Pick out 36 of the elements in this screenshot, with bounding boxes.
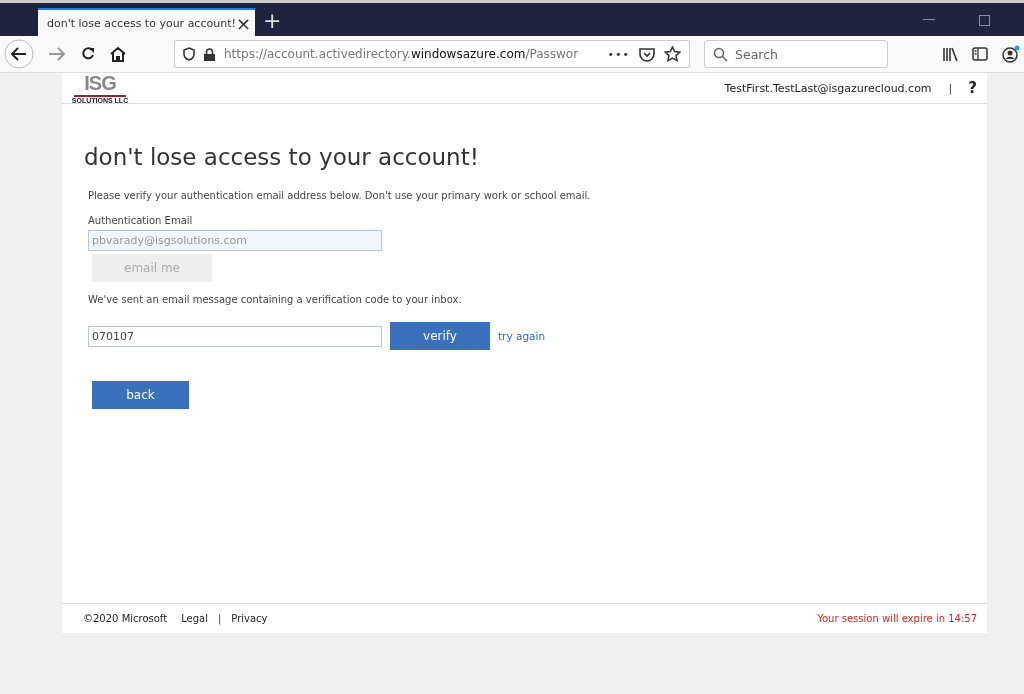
field-label: Authentication Email [88,215,193,226]
session-warning: Your session will expire in 14:57 [817,613,977,624]
address-bar[interactable]: https://account.activedirectory.windowsazure.com/Passwor ••• [174,40,690,68]
more-icon[interactable]: ••• [607,47,630,61]
lock-icon [204,47,215,61]
forward-icon[interactable] [48,47,66,61]
page-title: don't lose access to your account! [84,144,479,170]
home-icon[interactable] [110,46,126,62]
back-icon[interactable] [4,39,34,69]
sidebar-icon[interactable] [972,47,988,61]
close-icon[interactable]: × [235,12,251,34]
reload-icon[interactable] [80,46,96,62]
pocket-icon[interactable] [639,46,655,62]
user-email: TestFirst.TestLast@isgazurecloud.com [724,81,932,95]
search-field[interactable]: Search [704,40,888,68]
code-field[interactable]: 070107 [88,325,382,347]
shield-icon[interactable] [183,47,195,61]
intro-text: Please verify your authentication email address below. Don't use your primary work or school email. [88,190,591,201]
try-again-link[interactable]: try again [498,330,546,342]
star-icon[interactable] [664,46,681,62]
footer-link[interactable]: Privacy [231,613,268,624]
verify-button[interactable]: verify [390,322,490,350]
browser-tab[interactable]: don't lose access to your account!× [38,8,255,36]
help-link[interactable]: ? [968,79,977,97]
search-icon [713,47,728,62]
sent-message: We've sent an email message containing a verification code to your inbox. [88,294,462,305]
account-icon[interactable] [1002,45,1020,63]
separator-text: | [948,81,953,95]
back-button[interactable]: back [92,381,189,409]
maximize-icon[interactable] [979,14,990,26]
library-icon[interactable] [942,47,958,61]
separator-text: | [217,613,222,624]
new-tab-button[interactable]: + [263,9,282,33]
minimize-icon[interactable] [923,19,935,21]
copyright-text: ©2020 Microsoft [83,613,168,624]
footer-link[interactable]: Legal [181,613,208,624]
